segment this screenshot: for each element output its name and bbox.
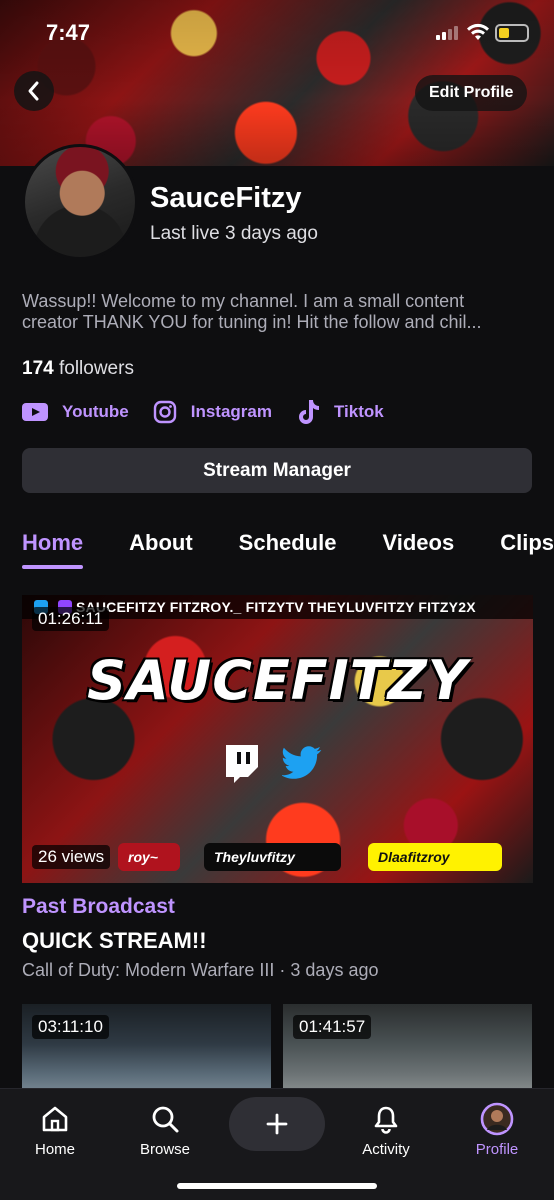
social-link-youtube[interactable]: Youtube [22, 402, 129, 422]
twitter-logo-icon [282, 746, 322, 779]
tab-home[interactable]: Home [22, 530, 84, 569]
video-duration: 01:26:11 [32, 607, 109, 631]
battery-icon [495, 24, 529, 42]
featured-video-thumbnail[interactable]: SAUCEFITZY FITZROY._ FITZYTV THEYLUVFITZ… [22, 595, 533, 883]
channel-bio[interactable]: Wassup!! Welcome to my channel. I am a s… [22, 291, 537, 333]
followers-count[interactable]: 174 followers [22, 358, 134, 380]
nav-home[interactable]: Home [10, 1101, 100, 1158]
tab-schedule[interactable]: Schedule [239, 530, 337, 568]
edit-profile-button[interactable]: Edit Profile [415, 75, 528, 111]
channel-avatar[interactable] [22, 144, 138, 260]
video-title[interactable]: QUICK STREAM!! [22, 928, 207, 954]
status-time: 7:47 [46, 20, 91, 45]
social-link-instagram[interactable]: Instagram [153, 400, 272, 424]
channel-name: SauceFitzy [150, 182, 302, 214]
stream-manager-button[interactable]: Stream Manager [22, 448, 532, 493]
social-link-label: Instagram [190, 402, 272, 421]
wifi-icon [467, 23, 489, 40]
back-button[interactable] [14, 71, 54, 111]
video-meta: Call of Duty: Modern Warfare III · 3 day… [22, 960, 379, 980]
thumbnail-tag: roy~ [118, 843, 180, 871]
thumbnail-logos [222, 743, 322, 783]
video-views: 26 views [32, 845, 111, 869]
social-link-label: Youtube [62, 402, 129, 421]
profile-tabs: Home About Schedule Videos Clips [22, 530, 554, 569]
nav-label: Home [34, 1141, 75, 1158]
nav-activity[interactable]: Activity [341, 1101, 431, 1158]
chevron-left-icon [28, 81, 39, 101]
video-duration: 03:11:10 [32, 1015, 109, 1039]
followers-label: followers [58, 358, 134, 379]
bell-icon [341, 1101, 431, 1137]
instagram-icon [153, 400, 177, 424]
create-button[interactable] [229, 1097, 325, 1151]
thumbnail-socials-text: SAUCEFITZY FITZROY._ FITZYTV THEYLUVFITZ… [76, 599, 476, 615]
twitch-logo-icon [226, 745, 258, 783]
search-icon [120, 1101, 210, 1137]
cellular-signal-icon [436, 26, 458, 40]
bio-line: creator THANK YOU for tuning in! Hit the… [22, 312, 482, 332]
nav-browse[interactable]: Browse [120, 1101, 210, 1158]
home-indicator [177, 1183, 377, 1189]
nav-label: Activity [362, 1141, 410, 1158]
video-duration: 01:41:57 [293, 1015, 372, 1039]
profile-avatar-icon [452, 1101, 542, 1137]
social-link-label: Tiktok [333, 402, 384, 421]
followers-number: 174 [22, 358, 54, 379]
nav-profile[interactable]: Profile [452, 1101, 542, 1158]
social-link-tiktok[interactable]: Tiktok [296, 398, 384, 426]
status-bar: 7:47 [0, 18, 554, 48]
plus-icon [266, 1113, 288, 1135]
last-live-status: Last live 3 days ago [150, 223, 318, 244]
youtube-icon [22, 402, 48, 422]
social-links: Youtube Instagram Tiktok [22, 398, 408, 426]
bio-line: Wassup!! Welcome to my channel. I am a s… [22, 291, 465, 311]
tab-about[interactable]: About [129, 530, 193, 568]
nav-label: Profile [475, 1141, 519, 1158]
thumbnail-tag: Dlaafitzroy [368, 843, 502, 871]
video-category[interactable]: Past Broadcast [22, 895, 175, 919]
tab-videos[interactable]: Videos [382, 530, 454, 568]
home-icon [10, 1101, 100, 1137]
tiktok-icon [296, 398, 320, 426]
thumbnail-title-art: SAUCEFITZY [87, 649, 468, 712]
tab-clips[interactable]: Clips [500, 530, 554, 568]
nav-label: Browse [139, 1141, 191, 1158]
thumbnail-tag: Theyluvfitzy [204, 843, 341, 871]
